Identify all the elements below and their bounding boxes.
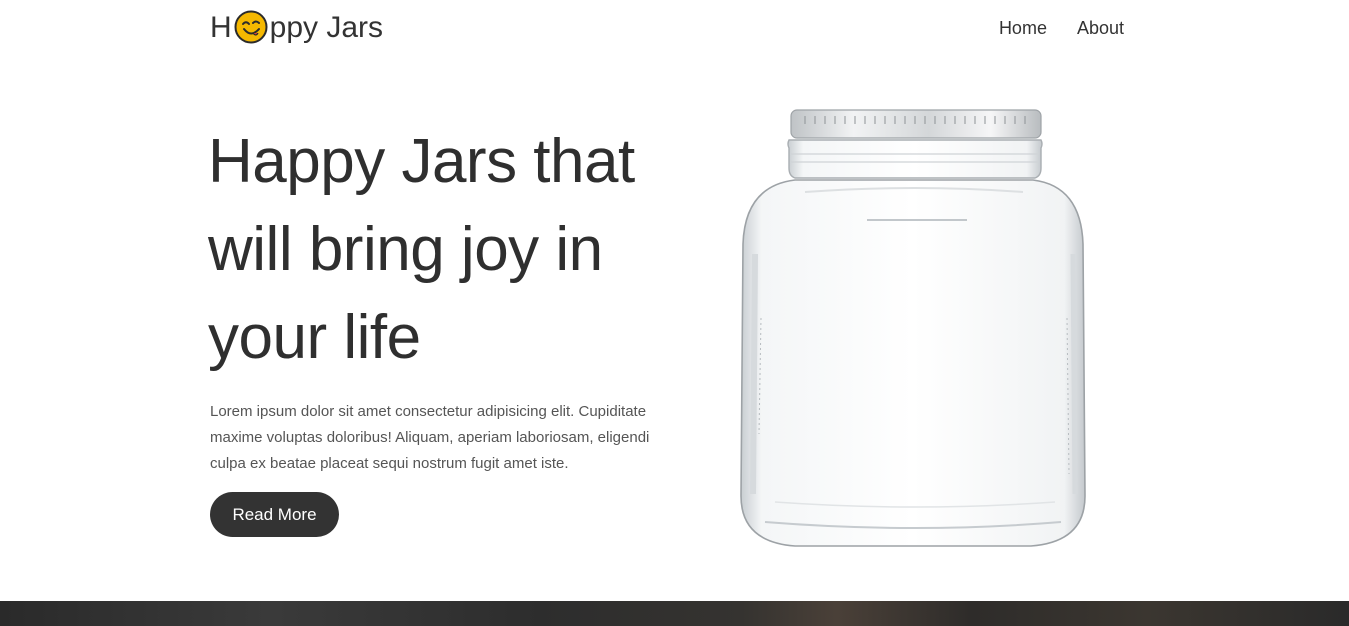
nav-about-link[interactable]: About (1077, 18, 1124, 39)
main-nav: Home About (999, 18, 1124, 39)
glass-jar-image (735, 104, 1095, 554)
hero-title: Happy Jars that will bring joy in your l… (208, 127, 635, 372)
logo-text-end: ppy Jars (269, 11, 384, 44)
logo-text-start: H (210, 11, 232, 44)
site-header: H ppy Jars Home About (210, 6, 1124, 50)
page: H ppy Jars Home About Happy Jars that wi… (0, 0, 1349, 626)
nav-home-link[interactable]: Home (999, 18, 1047, 39)
hero-description: Lorem ipsum dolor sit amet consectetur a… (210, 403, 650, 472)
logo[interactable]: H ppy Jars (210, 10, 384, 45)
smiling-face-icon (234, 10, 268, 44)
next-section-background (0, 601, 1349, 626)
read-more-button[interactable]: Read More (210, 492, 339, 537)
